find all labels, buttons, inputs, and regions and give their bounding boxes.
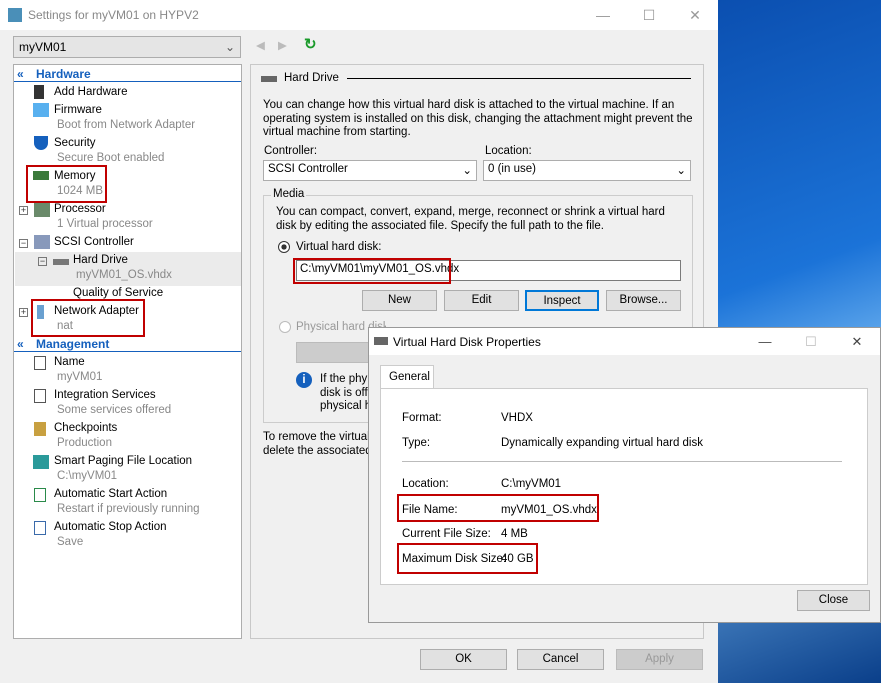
scsi-controller-icon	[34, 235, 50, 249]
network-adapter-highlight-box	[31, 299, 145, 337]
tree-item-hard-drive[interactable]: Hard Drive	[73, 254, 128, 266]
start-action-icon	[34, 488, 46, 502]
vm-selector[interactable]: myVM01 ⌄	[13, 36, 241, 58]
location-select[interactable]: 0 (in use) ⌄	[483, 160, 691, 181]
tab-general[interactable]: General	[380, 365, 434, 389]
new-button[interactable]: New	[362, 290, 437, 311]
tree-item-security[interactable]: Security	[54, 137, 96, 149]
collapse-icon: «	[17, 67, 24, 81]
tree-item-smart-paging[interactable]: Smart Paging File Location	[54, 455, 192, 467]
close-button[interactable]: ✕	[672, 7, 718, 24]
panel-title: Hard Drive	[284, 72, 339, 84]
tree-item-checkpoints[interactable]: Checkpoints	[54, 422, 117, 434]
settings-tree: «Hardware Add Hardware Firmware Boot fro…	[13, 64, 242, 639]
add-hardware-icon	[34, 85, 44, 99]
ok-button[interactable]: OK	[420, 649, 507, 670]
firmware-icon	[33, 103, 49, 117]
close-button[interactable]: ✕	[834, 334, 880, 350]
browse-button[interactable]: Browse...	[606, 290, 681, 311]
processor-icon	[34, 203, 50, 217]
expand-icon[interactable]: +	[19, 308, 28, 317]
shield-icon	[34, 136, 48, 150]
collapse-icon[interactable]: −	[19, 239, 28, 248]
title-bar: Settings for myVM01 on HYPV2 — ☐ ✕	[0, 0, 718, 30]
expand-icon[interactable]: +	[19, 206, 28, 215]
tree-item-auto-start[interactable]: Automatic Start Action	[54, 488, 167, 500]
vhd-properties-dialog: Virtual Hard Disk Properties — ☐ ✕ General…	[368, 327, 881, 623]
tree-item-add-hardware[interactable]: Add Hardware	[54, 86, 128, 98]
collapse-icon: «	[17, 337, 24, 351]
physical-disk-radio[interactable]	[279, 321, 291, 333]
inspect-button[interactable]: Inspect	[525, 290, 599, 311]
back-icon[interactable]: ◀	[256, 38, 265, 52]
section-hardware[interactable]: «Hardware	[14, 67, 241, 82]
tree-item-name[interactable]: Name	[54, 356, 85, 368]
tree-item-auto-stop[interactable]: Automatic Stop Action	[54, 521, 167, 533]
smart-paging-icon	[33, 455, 49, 469]
forward-icon[interactable]: ▶	[278, 38, 287, 52]
tree-item-firmware[interactable]: Firmware	[54, 104, 102, 116]
file-name-highlight-box	[397, 494, 599, 522]
minimize-button[interactable]: —	[742, 334, 788, 350]
hard-drive-icon	[374, 337, 388, 345]
dialog-close-button[interactable]: Close	[797, 590, 870, 611]
section-management[interactable]: «Management	[14, 337, 241, 352]
window-title: Settings for myVM01 on HYPV2	[28, 8, 199, 22]
tree-item-quality-of-service[interactable]: Quality of Service	[73, 287, 163, 299]
tree-item-processor[interactable]: Processor	[54, 203, 106, 215]
cancel-button[interactable]: Cancel	[517, 649, 604, 670]
name-icon	[34, 356, 46, 370]
maximize-button[interactable]: ☐	[788, 334, 834, 350]
checkpoints-icon	[34, 422, 46, 436]
info-icon: i	[296, 372, 312, 388]
integration-services-icon	[34, 389, 46, 403]
max-disk-size-highlight-box	[397, 543, 538, 574]
edit-button[interactable]: Edit	[444, 290, 519, 311]
dialog-title: Virtual Hard Disk Properties	[393, 334, 541, 349]
dialog-title-bar: Virtual Hard Disk Properties — ☐ ✕	[369, 328, 880, 355]
apply-button[interactable]: Apply	[616, 649, 703, 670]
physical-disk-select[interactable]	[296, 342, 371, 363]
controller-select[interactable]: SCSI Controller ⌄	[263, 160, 477, 181]
minimize-button[interactable]: —	[580, 7, 626, 24]
tree-item-integration-services[interactable]: Integration Services	[54, 389, 156, 401]
memory-highlight-box	[26, 165, 107, 203]
refresh-icon[interactable]: ↻	[304, 35, 317, 53]
panel-description: You can change how this virtual hard dis…	[263, 99, 693, 138]
stop-action-icon	[34, 521, 46, 535]
collapse-icon[interactable]: −	[38, 257, 47, 266]
tree-item-scsi-controller[interactable]: SCSI Controller	[54, 236, 134, 248]
settings-icon	[8, 8, 22, 22]
vhd-path-highlight-box	[293, 258, 451, 284]
maximize-button[interactable]: ☐	[626, 7, 672, 24]
hard-drive-icon	[261, 76, 277, 82]
vhd-radio[interactable]	[278, 241, 290, 253]
hard-drive-icon	[53, 259, 69, 265]
chevron-down-icon: ⌄	[224, 40, 235, 54]
